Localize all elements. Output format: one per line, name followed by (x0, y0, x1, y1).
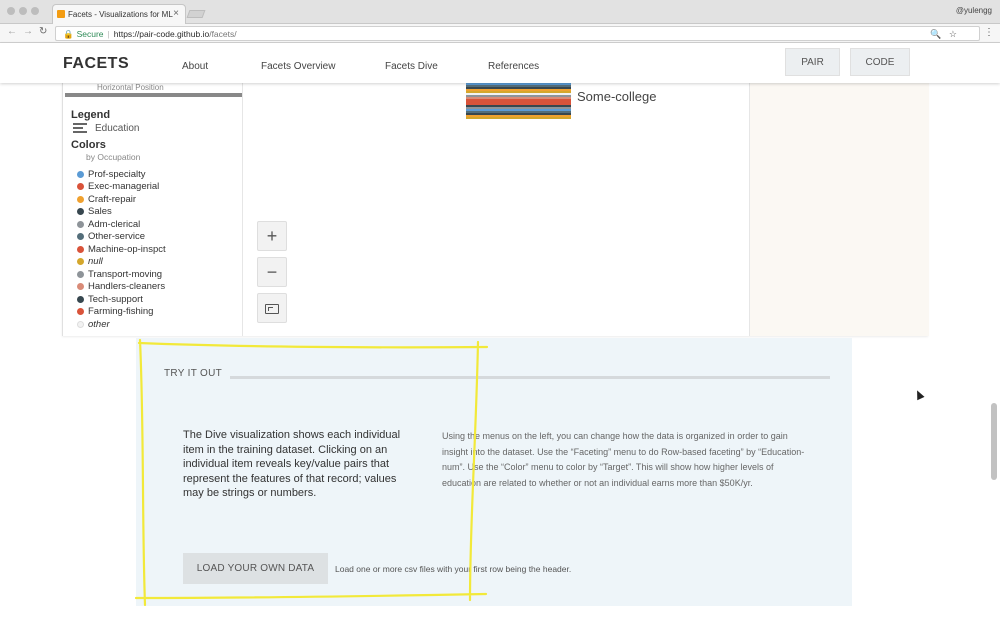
color-swatch-icon (77, 208, 84, 216)
zoom-out-button[interactable]: − (257, 257, 287, 287)
color-legend-label: Transport-moving (88, 268, 163, 280)
color-legend-label: null (88, 256, 103, 268)
data-points-grid[interactable] (466, 83, 571, 120)
legend-sub: Education (95, 123, 140, 134)
nav-references[interactable]: References (488, 61, 539, 72)
secure-label: Secure (76, 29, 104, 39)
color-legend-list: Prof-specialty Exec-managerial Craft-repai… (77, 168, 166, 331)
color-legend-label: Adm-clerical (88, 218, 141, 230)
panel-divider (65, 93, 242, 97)
dive-instructions: Using the menus on the left, you can cha… (442, 431, 805, 488)
try-it-out-title: TRY IT OUT (164, 368, 223, 379)
browser-tab[interactable]: Facets - Visualizations for ML × (52, 4, 186, 24)
color-legend-label: other (88, 318, 110, 330)
try-it-out-section: TRY IT OUT The Dive visualization shows … (136, 338, 852, 606)
window-close-dot[interactable] (7, 7, 15, 15)
browser-menu-icon[interactable]: ⋮ (984, 27, 994, 38)
load-data-hint: Load one or more csv files with your fir… (335, 564, 572, 574)
url-input[interactable]: 🔒 Secure | https://pair-code.github.io/face… (55, 26, 980, 41)
zoom-magnifier-icon[interactable]: 🔍 (930, 29, 941, 39)
nav-facets-dive[interactable]: Facets Dive (385, 61, 438, 72)
dive-control-panel: Horizontal Position Legend Education Col… (63, 83, 243, 336)
profile-name[interactable]: @yulengg (956, 6, 992, 15)
data-point-stripe[interactable] (466, 117, 571, 119)
legend-title: Legend (71, 109, 111, 121)
fit-to-screen-button[interactable] (257, 293, 287, 323)
page-scrollbar[interactable] (991, 403, 997, 480)
forward-arrow-icon[interactable]: → (23, 26, 33, 37)
window-minimize-dot[interactable] (19, 7, 27, 15)
mouse-cursor-icon (913, 388, 925, 401)
colors-sub: by Occupation (86, 152, 141, 162)
color-swatch-icon (77, 308, 84, 316)
color-legend-label: Prof-specialty (88, 168, 146, 180)
color-legend-item: Tech-support (77, 293, 166, 306)
back-arrow-icon[interactable]: ← (7, 26, 17, 37)
window-zoom-dot[interactable] (31, 7, 39, 15)
color-legend-label: Exec-managerial (88, 181, 160, 193)
color-legend-item: Adm-clerical (77, 218, 166, 231)
dive-canvas[interactable]: Some-college + − (243, 83, 749, 336)
facet-row-label: Some-college (577, 89, 657, 104)
color-legend-label: Handlers-cleaners (88, 281, 166, 293)
site-header: FACETS About Facets Overview Facets Dive… (0, 43, 1000, 83)
color-legend-label: Machine-op-inspct (88, 243, 166, 255)
bookmark-star-icon[interactable]: ☆ (949, 29, 957, 39)
color-legend-item: Other-service (77, 231, 166, 244)
color-legend-label: Sales (88, 206, 112, 218)
nav-about[interactable]: About (182, 61, 208, 72)
dive-info-panel (749, 83, 929, 336)
nav-facets-overview[interactable]: Facets Overview (261, 61, 335, 72)
color-legend-label: Craft-repair (88, 193, 137, 205)
site-logo[interactable]: FACETS (63, 55, 129, 73)
color-swatch-icon (77, 258, 84, 266)
color-legend-item: Exec-managerial (77, 181, 166, 194)
pair-button[interactable]: PAIR (785, 48, 840, 76)
code-button[interactable]: CODE (850, 48, 910, 76)
color-legend-item: null (77, 256, 166, 269)
zoom-in-button[interactable]: + (257, 221, 287, 251)
color-legend-item: Sales (77, 206, 166, 219)
color-legend-label: Farming-fishing (88, 306, 154, 318)
color-swatch-icon (77, 320, 84, 328)
color-swatch-icon (77, 183, 84, 191)
color-swatch-icon (77, 295, 84, 303)
tab-title: Facets - Visualizations for ML (68, 10, 173, 19)
tab-close-icon[interactable]: × (173, 8, 179, 19)
load-data-button[interactable]: LOAD YOUR OWN DATA (183, 553, 328, 584)
dive-description: The Dive visualization shows each indivi… (183, 429, 401, 499)
color-legend-item: Prof-specialty (77, 168, 166, 181)
rows-icon (73, 123, 87, 135)
color-swatch-icon (77, 245, 84, 253)
color-legend-label: Other-service (88, 231, 146, 243)
favicon-icon (57, 10, 65, 18)
section-rule (230, 376, 830, 379)
lock-icon: 🔒 (63, 29, 74, 39)
color-swatch-icon (77, 170, 84, 178)
color-legend-item: Handlers-cleaners (77, 281, 166, 294)
color-legend-item: Farming-fishing (77, 306, 166, 319)
color-swatch-icon (77, 270, 84, 278)
color-legend-label: Tech-support (88, 293, 143, 305)
address-bar-row: ← → ↻ 🔒 Secure | https://pair-code.github.i… (0, 24, 1000, 43)
color-swatch-icon (77, 283, 84, 291)
facets-dive-panel: Horizontal Position Legend Education Col… (62, 83, 929, 336)
browser-tab-bar: Facets - Visualizations for ML × @yuleng… (0, 0, 1000, 24)
new-tab-button[interactable] (186, 10, 206, 18)
color-swatch-icon (77, 220, 84, 228)
url-path: /facets/ (209, 29, 237, 39)
color-legend-item: Transport-moving (77, 268, 166, 281)
fit-screen-icon (265, 304, 279, 314)
color-swatch-icon (77, 233, 84, 241)
color-legend-item: Machine-op-inspct (77, 243, 166, 256)
reload-icon[interactable]: ↻ (39, 26, 47, 37)
url-host: https://pair-code.github.io (113, 29, 210, 39)
color-swatch-icon (77, 195, 84, 203)
color-legend-item: Craft-repair (77, 193, 166, 206)
color-legend-item: other (77, 318, 166, 331)
horizontal-position-label: Horizontal Position (97, 83, 164, 92)
colors-title: Colors (71, 139, 106, 151)
